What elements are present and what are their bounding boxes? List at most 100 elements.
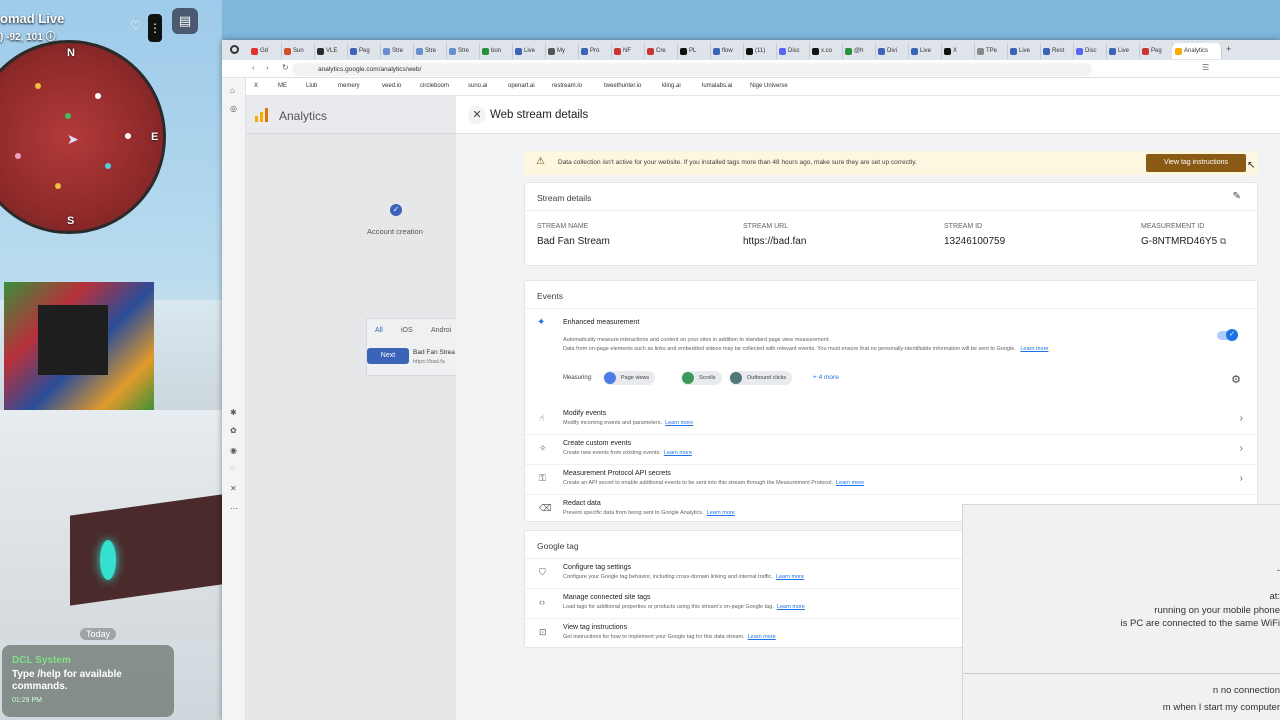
enhanced-toggle[interactable]: ✓ bbox=[1217, 329, 1238, 341]
platform-tab-android[interactable]: Androi bbox=[431, 327, 451, 334]
browser-tab[interactable]: Pro bbox=[578, 43, 612, 59]
browser-tab[interactable]: Live bbox=[908, 43, 942, 59]
browser-tab[interactable]: My bbox=[545, 43, 579, 59]
heart-icon[interactable]: ♡ bbox=[130, 18, 142, 34]
tab-favicon-icon bbox=[647, 47, 654, 55]
event-row-desc: Create an API secret to enable additiona… bbox=[563, 480, 864, 486]
tab-favicon-icon bbox=[350, 47, 357, 55]
view-tag-instructions-button[interactable]: View tag instructions bbox=[1146, 154, 1246, 172]
event-row[interactable]: ⚿ Measurement Protocol API secrets Create … bbox=[525, 465, 1259, 495]
browser-tab[interactable]: Stre bbox=[413, 43, 447, 59]
browser-tab[interactable]: bon bbox=[479, 43, 513, 59]
browser-tab-active[interactable]: Analytics bbox=[1172, 43, 1222, 59]
browser-tab[interactable]: Disc bbox=[776, 43, 810, 59]
next-button[interactable]: Next bbox=[367, 348, 409, 364]
more-measurements-link[interactable]: + 4 more bbox=[813, 374, 839, 381]
browser-tab[interactable]: PL bbox=[677, 43, 711, 59]
speed-dial-icon[interactable]: ◎ bbox=[230, 104, 239, 113]
edit-icon[interactable]: ✎ bbox=[1233, 191, 1241, 202]
reload-icon[interactable]: ↻ bbox=[282, 63, 289, 72]
chevron-right-icon[interactable]: › bbox=[1240, 473, 1243, 484]
browser-tab[interactable]: Rest bbox=[1040, 43, 1074, 59]
browser-tab[interactable]: NF bbox=[611, 43, 645, 59]
browser-tab[interactable]: Gd bbox=[248, 43, 282, 59]
bookmark-item[interactable]: restream.io bbox=[552, 83, 582, 89]
browser-tab[interactable]: VLE bbox=[314, 43, 348, 59]
browser-tab[interactable]: Stre bbox=[446, 43, 480, 59]
bookmark-item[interactable]: tweethunter.io bbox=[604, 83, 641, 89]
learn-more-link[interactable]: Learn more bbox=[707, 510, 735, 516]
tab-label: Pro bbox=[590, 48, 600, 54]
bookmark-item[interactable]: X bbox=[254, 83, 258, 89]
close-icon[interactable]: ✕ bbox=[468, 106, 486, 124]
chat-panel[interactable]: DCL System Type /help for available comm… bbox=[2, 645, 174, 717]
chevron-right-icon[interactable]: › bbox=[1240, 443, 1243, 454]
browser-tab[interactable]: Divi bbox=[875, 43, 909, 59]
learn-more-link[interactable]: Learn more bbox=[836, 480, 864, 486]
learn-more-link[interactable]: Learn more bbox=[748, 634, 776, 640]
bookmark-item[interactable]: veed.io bbox=[382, 83, 401, 89]
tab-favicon-icon bbox=[317, 47, 324, 55]
more-menu-icon[interactable]: ⋮ bbox=[148, 14, 162, 42]
google-tag-row-desc: Configure your Google tag behavior, incl… bbox=[563, 574, 804, 580]
bookmark-item[interactable]: ME bbox=[278, 83, 287, 89]
browser-tab[interactable]: @h bbox=[842, 43, 876, 59]
browser-tab[interactable]: x.co bbox=[809, 43, 843, 59]
chat-sender: DCL System bbox=[12, 655, 71, 666]
bookmark-item[interactable]: Nige Universe bbox=[750, 83, 788, 89]
whatsapp-icon[interactable]: ◌ bbox=[230, 464, 239, 473]
learn-more-link[interactable]: Learn more bbox=[665, 420, 693, 426]
chevron-right-icon[interactable]: › bbox=[1240, 413, 1243, 424]
new-tab-icon[interactable]: + bbox=[1226, 44, 1231, 54]
bookmark-item[interactable]: suno.ai bbox=[468, 83, 487, 89]
tab-favicon-icon bbox=[515, 47, 522, 55]
browser-tab[interactable]: Live bbox=[1007, 43, 1041, 59]
more-icon[interactable]: ⋯ bbox=[230, 504, 239, 513]
copy-icon[interactable]: ⧉ bbox=[1220, 236, 1226, 246]
platform-tab-ios[interactable]: iOS bbox=[401, 327, 413, 334]
backpack-icon[interactable]: ▤ bbox=[172, 8, 198, 34]
home-icon[interactable]: ⌂ bbox=[230, 86, 239, 95]
browser-tab[interactable]: Peg bbox=[347, 43, 381, 59]
settings-gear-icon[interactable]: ⚙ bbox=[1231, 373, 1241, 386]
browser-tab[interactable]: Sun bbox=[281, 43, 315, 59]
browser-tab[interactable]: Live bbox=[512, 43, 546, 59]
bookmark-item[interactable]: memery bbox=[338, 83, 360, 89]
learn-more-link[interactable]: Learn more bbox=[777, 604, 805, 610]
platform-tab-all[interactable]: All bbox=[375, 327, 383, 334]
bookmark-item[interactable]: openart.ai bbox=[508, 83, 535, 89]
back-icon[interactable]: ‹ bbox=[252, 63, 255, 72]
x-icon[interactable]: ✕ bbox=[230, 484, 239, 493]
minimap[interactable]: N E S ➤ bbox=[0, 40, 166, 234]
browser-tab[interactable]: flow bbox=[710, 43, 744, 59]
compass-e: E bbox=[151, 131, 159, 143]
browser-tab[interactable]: Disc bbox=[1073, 43, 1107, 59]
game-view[interactable]: omad Live ) -92, 101 ⓘ ♡ ⋮ ▤ N E S ➤ Tod… bbox=[0, 0, 222, 720]
sidebar-app-icon-1[interactable]: ✱ bbox=[230, 408, 239, 417]
event-row[interactable]: ✧ Create custom events Create new events f… bbox=[525, 435, 1259, 465]
browser-tab[interactable]: TPe bbox=[974, 43, 1008, 59]
address-input[interactable]: analytics.google.com/analytics/web/ bbox=[292, 63, 1092, 76]
browser-tab[interactable]: X bbox=[941, 43, 975, 59]
bookmark-item[interactable]: circleboom bbox=[420, 83, 449, 89]
browser-tab[interactable]: (11) bbox=[743, 43, 777, 59]
messenger-icon[interactable]: ◉ bbox=[230, 446, 239, 455]
browser-tab[interactable]: Peg bbox=[1139, 43, 1173, 59]
enhanced-learn-more-link[interactable]: Learn more bbox=[1020, 346, 1048, 352]
browser-tab[interactable]: Cre bbox=[644, 43, 678, 59]
browser-tab[interactable]: Live bbox=[1106, 43, 1140, 59]
event-row-desc: Modify incoming events and parameters. Le… bbox=[563, 420, 693, 426]
browser-tab[interactable]: Stre bbox=[380, 43, 414, 59]
extensions-icon[interactable]: ☰ bbox=[1202, 63, 1209, 72]
learn-more-link[interactable]: Learn more bbox=[776, 574, 804, 580]
bookmark-item[interactable]: kling.ai bbox=[662, 83, 681, 89]
learn-more-link[interactable]: Learn more bbox=[664, 450, 692, 456]
forward-icon[interactable]: › bbox=[266, 63, 269, 72]
stream-name-partial[interactable]: Bad Fan Strea bbox=[413, 349, 455, 356]
event-row[interactable]: ☝ Modify events Modify incoming events and… bbox=[525, 405, 1259, 435]
sidebar-app-icon-2[interactable]: ✿ bbox=[230, 426, 239, 435]
chip-scrolls-label: Scrolls bbox=[699, 375, 716, 381]
tab-label: Live bbox=[1118, 48, 1130, 54]
bookmark-item[interactable]: lumalabs.ai bbox=[702, 83, 732, 89]
bookmark-item[interactable]: Llub bbox=[306, 83, 317, 89]
